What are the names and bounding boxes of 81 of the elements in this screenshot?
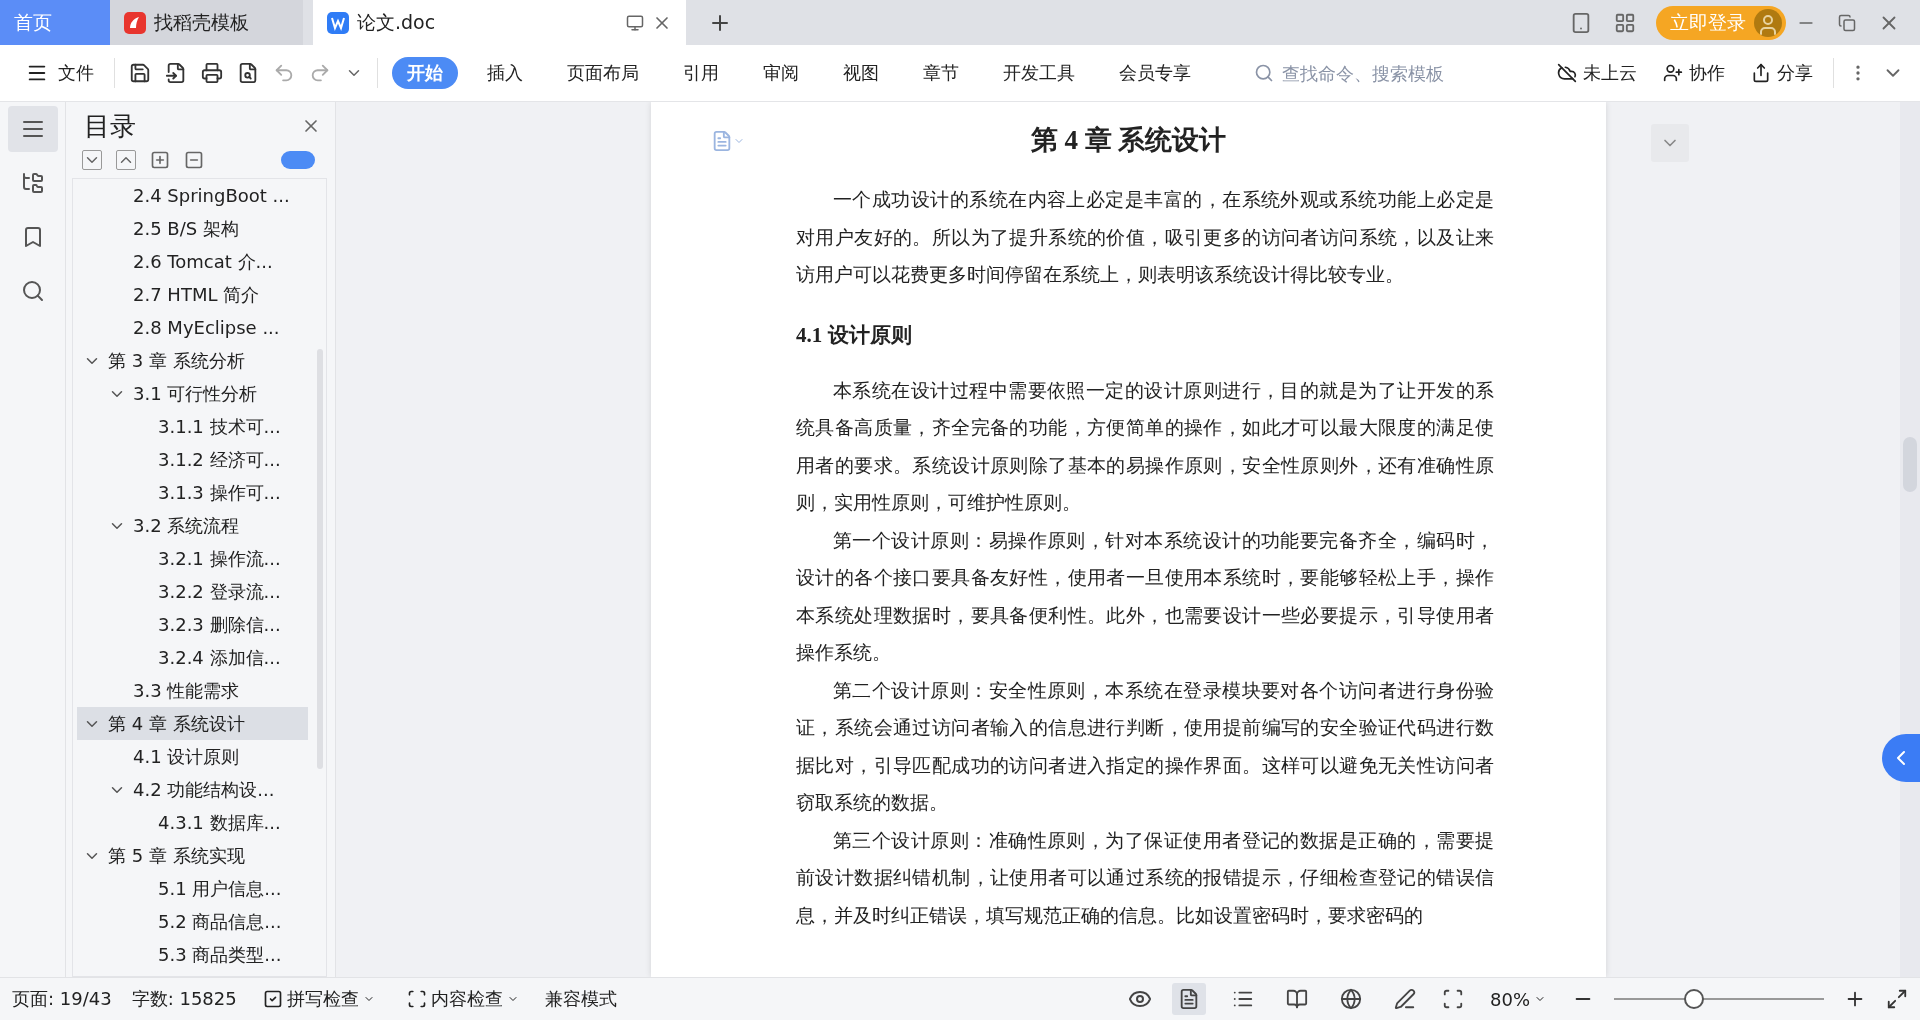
writer-logo-icon: [327, 11, 349, 34]
toc-item[interactable]: 5.1 用户信息...: [77, 872, 308, 905]
share-icon: [1751, 63, 1771, 83]
toggle-switch[interactable]: [281, 151, 315, 169]
toc-item[interactable]: 3.2.1 操作流...: [77, 542, 308, 575]
compat-mode-label: 兼容模式: [544, 987, 617, 1011]
toc-item[interactable]: 3.2.4 添加信...: [77, 641, 308, 674]
scan-icon: [406, 989, 427, 1009]
document-tab[interactable]: 论文.doc: [313, 0, 686, 45]
chapter-heading: 第 4 章 系统设计: [1030, 124, 1227, 157]
paragraph: 第三个设计原则：准确性原则，为了保证使用者登记的数据是正确的，需要提前设计数据纠错机制，让使用者可以通过系统的报错提示，仔细检查登记的错误信息，并及时纠正错误，填写规范正确的信息。比如设置密码时，要求密码的: [796, 829, 1494, 928]
fit-page-icon[interactable]: [1442, 988, 1464, 1010]
cloud-status-button[interactable]: 未上云: [1551, 60, 1643, 86]
add-user-icon: [1663, 63, 1683, 83]
ribbon-tab[interactable]: 引用: [668, 57, 734, 89]
zoom-dropdown[interactable]: 80%: [1484, 987, 1552, 1011]
toc-item[interactable]: 3.1.2 经济可...: [77, 443, 308, 476]
word-count: 字数: 15825: [131, 987, 237, 1011]
paragraph: 第一个设计原则：易操作原则，针对本系统设计的功能要完备齐全，编码时，设计的各个接口要具备友好性，使用者一旦使用本系统时，要能够轻松上手，操作本系统处理数据时，要具备便利性。此外，也需要设计一些必要提示，引导使用者操作系统。: [796, 529, 1494, 665]
toc-item[interactable]: 5.3 商品类型...: [77, 938, 308, 971]
slider-thumb[interactable]: [1683, 989, 1704, 1009]
ribbon-tab[interactable]: 会员专享: [1104, 57, 1206, 89]
toc-item[interactable]: 第 4 章 系统设计: [77, 707, 308, 740]
toc-item[interactable]: 第 5 章 系统实现: [77, 839, 308, 872]
toc-item[interactable]: 5.2 商品信息...: [77, 905, 308, 938]
toc-item[interactable]: 2.7 HTML 简介: [77, 278, 308, 311]
share-button[interactable]: 分享: [1745, 60, 1819, 86]
ribbon-tab[interactable]: 视图: [828, 57, 894, 89]
ribbon-tab[interactable]: 章节: [908, 57, 974, 89]
restore-icon[interactable]: [1838, 13, 1856, 32]
content-check-button[interactable]: 内容检查: [400, 986, 525, 1012]
ribbon-tab[interactable]: 插入: [472, 57, 538, 89]
paragraph: 一个成功设计的系统在内容上必定是丰富的，在系统外观或系统功能上必定是对用户友好的。所以为了提升系统的价值，吸引更多的访问者访问系统，以及让来访用户可以花费更多时间停留在系统上，则表明该系统设计得比较专业。: [796, 189, 1494, 287]
toc-item[interactable]: 3.1.3 操作可...: [77, 476, 308, 509]
remove-icon[interactable]: [184, 150, 204, 170]
expand-panel-button[interactable]: [1882, 734, 1920, 782]
ribbon-tab[interactable]: 审阅: [748, 57, 814, 89]
panel-title: 目录: [84, 109, 137, 143]
collaborate-button[interactable]: 协作: [1657, 60, 1731, 86]
fullscreen-icon[interactable]: [1886, 988, 1908, 1010]
toc-item[interactable]: 4.1 设计原则: [77, 740, 308, 773]
toc-item[interactable]: 2.8 MyEclipse ...: [77, 311, 308, 344]
print-icon[interactable]: [201, 62, 223, 84]
page-count: 页面: 19/43: [12, 987, 112, 1011]
ribbon-tab[interactable]: 页面布局: [552, 57, 654, 89]
checkbox-icon: [262, 989, 283, 1009]
spell-check-button[interactable]: 拼写检查: [256, 986, 381, 1012]
file-menu[interactable]: 文件: [20, 60, 100, 86]
search-field[interactable]: 查找命令、搜索模板: [1254, 61, 1514, 85]
paragraph: 本系统在设计过程中需要依照一定的设计原则进行，目的就是为了让开发的系统具备高质量，齐全完备的功能，方便简单的操作，如此才可以最大限度的满足使用者的要求。系统设计原则除了基本的易操作原则，安全性原则外，还有准确性原则，实用性原则，可维护性原则。: [796, 379, 1494, 515]
toc-item[interactable]: 3.1 可行性分析: [77, 377, 308, 410]
toc-item[interactable]: 4.3.1 数据库...: [77, 806, 308, 839]
outline-icon[interactable]: [7, 106, 58, 152]
document-tab[interactable]: 找稻壳模板: [110, 0, 303, 45]
toc-item[interactable]: 3.2.2 登录流...: [77, 575, 308, 608]
toc-item[interactable]: 3.2 系统流程: [77, 509, 308, 542]
device-icon[interactable]: [1570, 11, 1592, 34]
toc-item[interactable]: 3.2.3 删除信...: [77, 608, 308, 641]
save-icon[interactable]: [129, 62, 151, 84]
ribbon-tab[interactable]: 开发工具: [988, 57, 1090, 89]
preview-icon[interactable]: [237, 62, 259, 84]
apps-icon[interactable]: [1614, 11, 1636, 34]
toc-item[interactable]: 2.5 B/S 架构: [77, 212, 308, 245]
toc-item[interactable]: 3.1.1 技术可...: [77, 410, 308, 443]
cloud-icon: [1557, 63, 1577, 83]
docer-logo-icon: [124, 11, 146, 34]
section-heading: 4.1 设计原则: [796, 321, 913, 349]
add-icon[interactable]: [150, 150, 170, 170]
toc-item[interactable]: 2.6 Tomcat 介...: [77, 245, 308, 278]
expand-icon[interactable]: [82, 150, 102, 170]
page-view-icon[interactable]: [1172, 983, 1206, 1015]
toc-item[interactable]: 4.2 功能结构设...: [77, 773, 308, 806]
export-icon[interactable]: [165, 62, 187, 84]
avatar-icon: [1754, 9, 1782, 37]
monitor-icon[interactable]: [626, 13, 644, 32]
toc-item[interactable]: 第 3 章 系统分析: [77, 344, 308, 377]
search-icon: [1254, 63, 1274, 83]
paragraph: 第二个设计原则：安全性原则，本系统在登录模块要对各个访问者进行身份验证，系统会通过访问者输入的信息进行判断，使用提前编写的安全验证代码进行数据比对，引导匹配成功的访问者进入指定的操作界面。这样可以避免无关性访问者窃取系统的数据。: [796, 679, 1494, 815]
toc-item[interactable]: 2.4 SpringBoot ...: [77, 179, 308, 212]
toc-item[interactable]: 3.3 性能需求: [77, 674, 308, 707]
collapse-icon[interactable]: [116, 150, 136, 170]
